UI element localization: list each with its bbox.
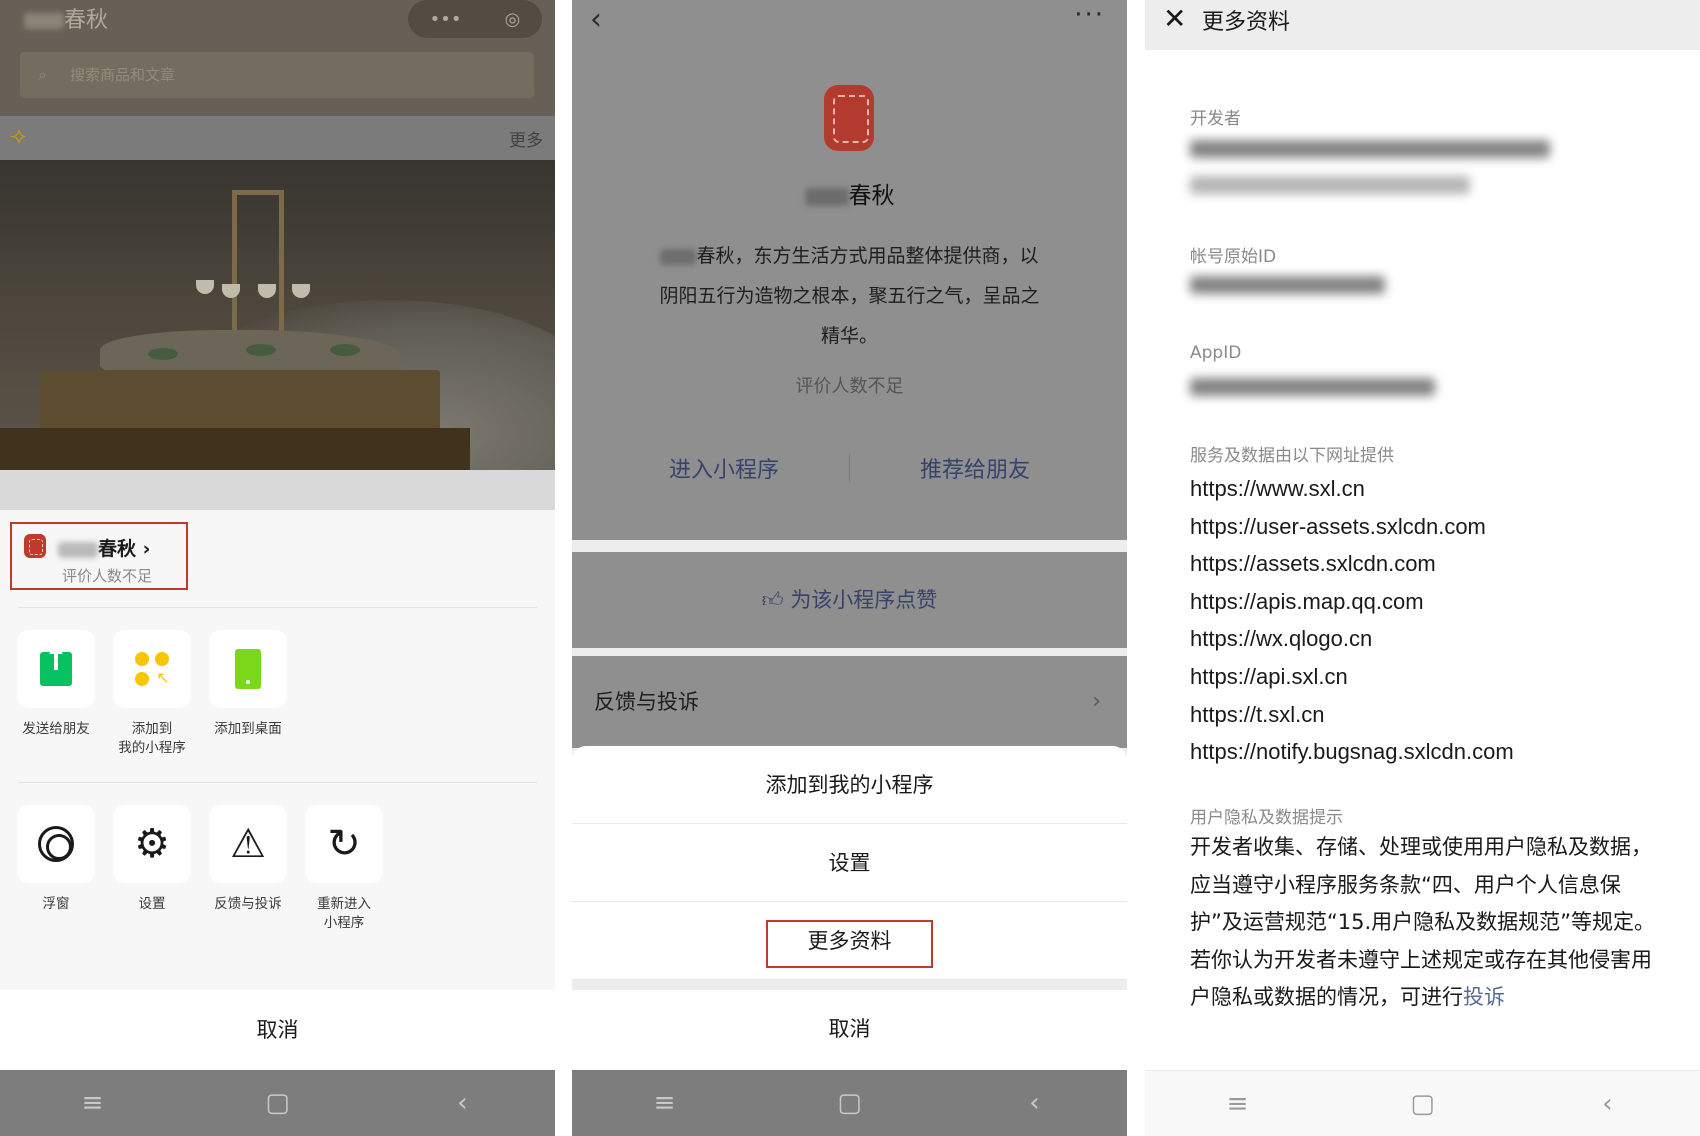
- add-to-my-mini-programs-button[interactable]: ↖ 添加到 我的小程序: [104, 630, 200, 758]
- rating-text: 评价人数不足: [62, 567, 153, 585]
- add-to-desktop-button[interactable]: 添加到桌面: [200, 630, 296, 739]
- domain-item: https://wx.qlogo.cn: [1190, 626, 1373, 652]
- mini-program-name: 春秋 ›: [58, 534, 150, 561]
- domain-item: https://t.sxl.cn: [1190, 701, 1325, 727]
- add-mini-program-icon: ↖: [135, 652, 170, 686]
- back-icon[interactable]: ‹: [423, 1088, 503, 1118]
- enter-mini-program-button[interactable]: 进入小程序: [669, 452, 779, 484]
- privacy-label: 用户隐私及数据提示: [1190, 808, 1343, 828]
- system-nav-bar: ≡ ▢ ‹: [0, 1070, 555, 1136]
- menu-icon[interactable]: ≡: [625, 1088, 705, 1118]
- floating-window-icon: [38, 826, 74, 862]
- home-icon[interactable]: ▢: [1383, 1089, 1463, 1119]
- add-desktop-icon: [235, 649, 261, 689]
- home-icon[interactable]: ▢: [238, 1088, 318, 1118]
- floating-window-button[interactable]: 浮窗: [8, 805, 104, 914]
- page-title: 更多资料: [1202, 10, 1291, 35]
- menu-icon[interactable]: ≡: [1198, 1089, 1278, 1119]
- menu-icon[interactable]: ≡: [53, 1088, 133, 1118]
- domain-item: https://api.sxl.cn: [1190, 663, 1348, 689]
- recommend-to-friend-button[interactable]: 推荐给朋友: [920, 452, 1030, 484]
- settings-gear-icon: ⚙: [134, 821, 170, 867]
- share-to-friend-button[interactable]: 发送给朋友: [8, 630, 104, 739]
- developer-label: 开发者: [1190, 109, 1241, 129]
- mini-program-logo: [24, 534, 46, 558]
- reenter-mini-program-button[interactable]: ↻ 重新进入 小程序: [296, 805, 392, 933]
- like-mini-program-button[interactable]: 👍︎ 为该小程序点赞: [572, 552, 1127, 648]
- redacted-developer-name: [1190, 140, 1550, 158]
- divider: [849, 454, 850, 482]
- mini-program-description: 春秋，东方生活方式用品整体提供商，以 阴阳五行为造物之根本，聚五行之气，呈品之 …: [659, 245, 1040, 347]
- original-id-label: 帐号原始ID: [1190, 247, 1277, 267]
- mini-program-menu-screen: 春秋 ••• ◎ ⌕ 搜索商品和文章 ⟢ 更多 春秋 › 评价人数不足 发送给朋…: [0, 0, 555, 1136]
- profile-actions: 进入小程序 推荐给朋友: [572, 452, 1127, 484]
- more-options-icon[interactable]: ···: [1074, 0, 1105, 30]
- service-domain-list: https://www.sxl.cn https://user-assets.s…: [1190, 470, 1514, 771]
- warning-triangle-icon: ⚠: [230, 821, 266, 867]
- rating-text: 评价人数不足: [795, 376, 904, 397]
- redacted-original-id: [1190, 276, 1385, 294]
- divider: [572, 980, 1127, 990]
- home-icon[interactable]: ▢: [810, 1088, 890, 1118]
- thumbs-up-icon: 👍︎: [761, 588, 784, 612]
- mini-program-profile-screen: ‹ ··· 春秋 春秋，东方生活方式用品整体提供商，以 阴阳五行为造物之根本，聚…: [572, 0, 1127, 1136]
- mini-program-profile-link[interactable]: 春秋 › 评价人数不足: [10, 522, 188, 590]
- divider: [18, 782, 537, 783]
- profile-card: ‹ ··· 春秋 春秋，东方生活方式用品整体提供商，以 阴阳五行为造物之根本，聚…: [572, 0, 1127, 540]
- cancel-button[interactable]: 取消: [0, 990, 555, 1070]
- domain-item: https://notify.bugsnag.sxlcdn.com: [1190, 739, 1514, 765]
- action-sheet: 春秋 › 评价人数不足 发送给朋友 ↖ 添加到 我的小程序 添加到桌面 浮窗 ⚙…: [0, 510, 555, 1070]
- close-icon[interactable]: ✕: [1163, 2, 1186, 35]
- mini-program-seal-logo: [824, 85, 874, 151]
- cancel-button[interactable]: 取消: [572, 990, 1127, 1068]
- back-arrow-icon[interactable]: ‹: [590, 2, 602, 37]
- complaint-link[interactable]: 投诉: [1463, 985, 1505, 1009]
- domain-item: https://user-assets.sxlcdn.com: [1190, 513, 1486, 539]
- domain-item: https://assets.sxlcdn.com: [1190, 551, 1436, 577]
- highlight-box: [766, 920, 933, 968]
- mini-program-name: 春秋: [572, 176, 1127, 210]
- header: ✕ 更多资料: [1145, 0, 1700, 50]
- back-icon[interactable]: ‹: [995, 1088, 1075, 1118]
- feedback-button[interactable]: ⚠ 反馈与投诉: [200, 805, 296, 914]
- service-domains-label: 服务及数据由以下网址提供: [1190, 446, 1394, 466]
- more-info-screen: ✕ 更多资料 开发者 帐号原始ID AppID 服务及数据由以下网址提供 htt…: [1145, 0, 1700, 1136]
- system-nav-bar: ≡ ▢ ‹: [1145, 1070, 1700, 1136]
- share-upload-icon: [40, 644, 72, 686]
- settings-item[interactable]: 设置: [572, 824, 1127, 902]
- refresh-icon: ↻: [327, 821, 361, 867]
- settings-button[interactable]: ⚙ 设置: [104, 805, 200, 914]
- system-nav-bar: ≡ ▢ ‹: [572, 1070, 1127, 1136]
- redacted-appid: [1190, 378, 1435, 396]
- chevron-right-icon: ›: [1092, 689, 1101, 714]
- divider: [18, 607, 537, 608]
- privacy-text: 开发者收集、存储、处理或使用用户隐私及数据，应当遵守小程序服务条款“四、用户个人…: [1190, 835, 1656, 1010]
- chevron-right-icon: ›: [142, 538, 151, 560]
- back-icon[interactable]: ‹: [1568, 1089, 1648, 1119]
- feedback-row[interactable]: 反馈与投诉 ›: [572, 656, 1127, 748]
- add-to-my-mini-programs-item[interactable]: 添加到我的小程序: [572, 746, 1127, 824]
- bottom-menu-sheet: 添加到我的小程序 设置 更多资料 取消: [572, 746, 1127, 1070]
- domain-item: https://apis.map.qq.com: [1190, 588, 1424, 614]
- redacted-developer-code: [1190, 176, 1470, 194]
- domain-item: https://www.sxl.cn: [1190, 476, 1365, 501]
- appid-label: AppID: [1190, 343, 1242, 363]
